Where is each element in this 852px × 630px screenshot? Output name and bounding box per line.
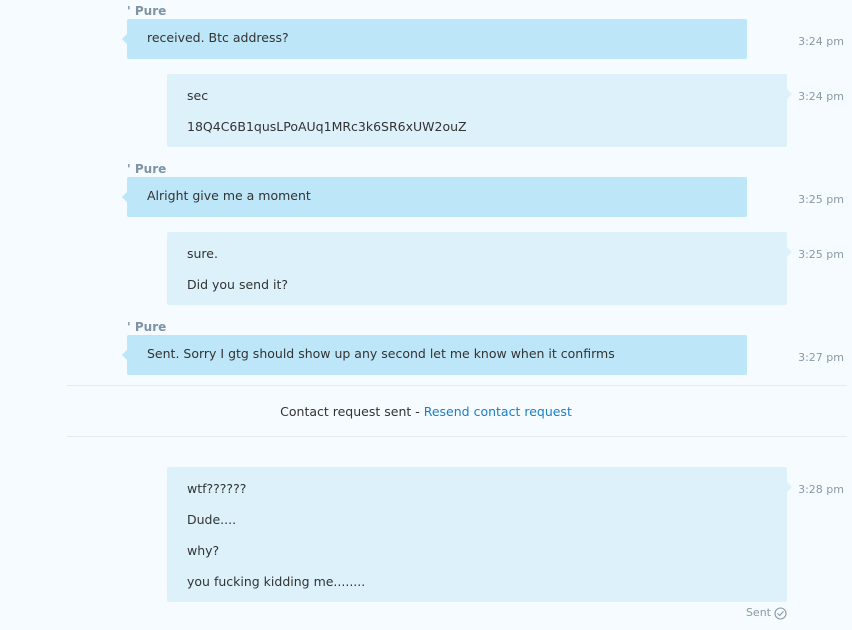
message-text: wtf?????? — [187, 481, 247, 496]
notice-text: Contact request sent - — [280, 404, 424, 419]
message-timestamp: 3:24 pm — [798, 90, 844, 103]
message-text: received. Btc address? — [147, 30, 289, 45]
message-text: 18Q4C6B1qusLPoAUq1MRc3k6SR6xUW2ouZ — [187, 119, 467, 134]
incoming-message[interactable]: Sent. Sorry I gtg should show up any sec… — [122, 335, 747, 375]
message-text: you fucking kidding me........ — [187, 574, 366, 589]
resend-contact-request-link[interactable]: Resend contact request — [424, 404, 572, 419]
outgoing-message[interactable]: wtf?????? Dude.... why? you fucking kidd… — [167, 467, 792, 602]
message-sender: ' Pure — [127, 162, 167, 176]
message-timestamp: 3:25 pm — [798, 248, 844, 261]
delivery-status-label: Sent — [745, 606, 771, 619]
message-sender: ' Pure — [127, 4, 167, 18]
incoming-message[interactable]: Alright give me a moment — [122, 177, 747, 217]
notice-divider-bottom — [67, 436, 847, 437]
message-timestamp: 3:27 pm — [798, 351, 844, 364]
outgoing-message[interactable]: sure. Did you send it? — [167, 232, 792, 305]
message-timestamp: 3:24 pm — [798, 35, 844, 48]
message-timestamp: 3:28 pm — [798, 483, 844, 496]
outgoing-message[interactable]: sec 18Q4C6B1qusLPoAUq1MRc3k6SR6xUW2ouZ — [167, 74, 792, 147]
message-text: Dude.... — [187, 512, 237, 527]
message-text: sure. — [187, 246, 218, 261]
message-text: sec — [187, 88, 209, 103]
message-text: Did you send it? — [187, 277, 288, 292]
message-text: Sent. Sorry I gtg should show up any sec… — [147, 346, 615, 361]
message-sender: ' Pure — [127, 320, 167, 334]
chat-conversation: ' Pure received. Btc address? 3:24 pm se… — [0, 0, 852, 630]
message-timestamp: 3:25 pm — [798, 193, 844, 206]
message-text: why? — [187, 543, 220, 558]
notice-divider-top — [67, 385, 847, 386]
message-text: Alright give me a moment — [147, 188, 311, 203]
contact-request-notice: Contact request sent - Resend contact re… — [0, 404, 852, 420]
check-circle-icon — [774, 606, 787, 620]
incoming-message[interactable]: received. Btc address? — [122, 19, 747, 59]
delivery-status: Sent — [746, 606, 787, 620]
